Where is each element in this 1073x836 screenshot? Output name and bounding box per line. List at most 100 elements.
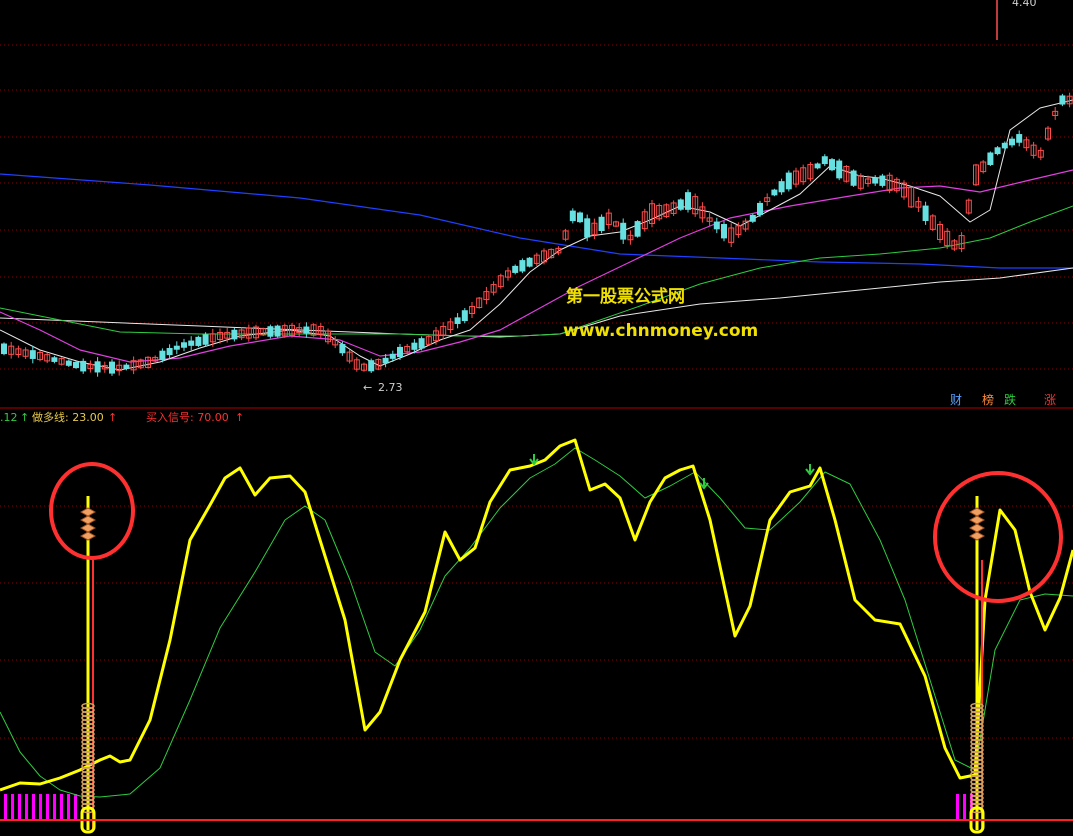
candle [699,202,706,223]
candlesticks[interactable] [1,92,1073,377]
candle [965,198,972,215]
candle [152,355,159,364]
candle [778,178,785,195]
badge-3: 涨 [1044,392,1056,407]
candle [728,223,735,248]
candle [195,335,202,348]
candle [469,302,475,318]
candle [44,352,51,364]
candle [253,324,259,341]
candle [1059,93,1066,107]
buy-signal-right [968,496,986,834]
candle [145,356,151,369]
candle [346,349,353,364]
candle [116,360,123,376]
ma-green-line [0,205,1073,337]
candle [915,196,922,212]
candle [555,246,562,256]
watermark-title: 第一股票公式网 [566,286,685,307]
candle [677,198,684,211]
candle [519,258,526,274]
moving-average-lines [0,99,1073,371]
candle [65,359,72,368]
candle [793,167,799,188]
candle [267,324,274,339]
candle [1045,126,1051,142]
candle [713,217,720,234]
candle [829,158,835,172]
candle [361,362,367,372]
candle [1023,136,1030,151]
candle [245,324,252,342]
candle [1016,130,1023,147]
svg-text:←: ← [363,381,372,394]
candle [188,336,195,351]
candle [497,273,504,289]
candle [483,286,490,305]
candle [533,252,540,266]
candle [425,335,432,346]
candle [922,201,929,225]
candle [958,232,965,253]
svg-text:↑: ↑ [235,411,244,424]
candle [814,162,821,170]
indicator-partial-value: .12 [0,411,18,424]
candle [584,214,591,242]
candle [692,193,699,217]
candle [908,186,915,208]
candle [541,248,547,265]
candle [1052,106,1059,120]
candle [58,357,65,366]
candle [548,248,555,259]
candle [634,220,641,238]
candle [303,322,310,338]
highlight-circle-right [933,471,1063,603]
candle [8,341,15,359]
candle [166,344,173,359]
candle [418,336,425,351]
candle [202,332,209,347]
candle [29,345,36,364]
candle [476,296,483,309]
candle [512,264,519,275]
high-price-marker: 4.40 [996,0,1037,40]
buy-signal-label: 买入信号: 70.00 [146,411,229,424]
candle [130,356,137,375]
candle [368,358,375,374]
candle [454,313,461,329]
candle [94,357,101,377]
candle [944,228,951,249]
candle [490,281,497,296]
candle [749,213,756,223]
candle [706,213,713,227]
down-arrow-icon [699,478,709,490]
candle [37,350,43,362]
low-price-label: 2.73 [378,381,403,394]
candle [821,154,828,167]
candle [87,360,94,373]
indicator-arrows [529,454,815,490]
candle [929,214,936,232]
candle [598,214,605,234]
candle [526,256,533,268]
long-line-label: 做多线: 23.00 [32,410,104,424]
candle [1009,136,1015,148]
candle [742,218,749,232]
candle [785,170,792,192]
candle [73,361,79,369]
right-badges: 财 榜跌 涨 [950,392,1056,407]
stock-chart[interactable]: 4.40 ← 2.73 第一股票公式网 www.chnmoney.com 财 榜跌… [0,0,1073,836]
candle [447,318,454,334]
indicator-header: .12 ↑ 做多线: 23.00 ↑ 买入信号: 70.00 ↑ [0,410,244,424]
candle [893,177,900,193]
candle [757,200,763,218]
candle [843,165,850,183]
candle [505,267,511,281]
ma-slow-line [0,267,1073,338]
down-arrow-icon [805,464,815,476]
candle [656,203,663,221]
candle [937,221,943,243]
candle [260,327,267,337]
candle [562,228,569,242]
candle [1037,147,1044,161]
